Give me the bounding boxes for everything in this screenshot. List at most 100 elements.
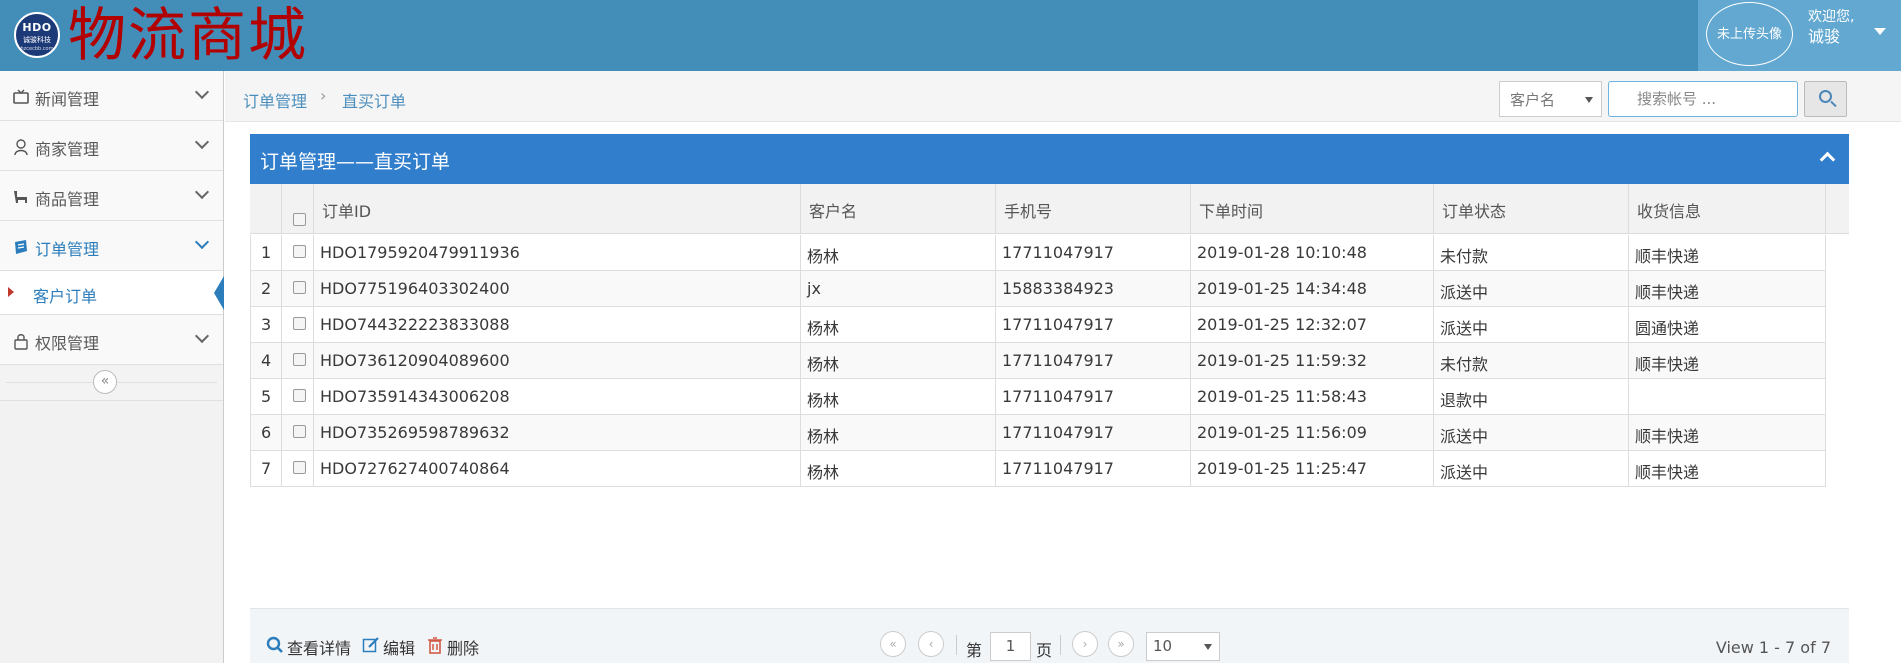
column-header[interactable]: 订单状态 xyxy=(1434,184,1629,234)
row-number: 4 xyxy=(250,343,282,379)
column-header[interactable]: 下单时间 xyxy=(1191,184,1434,234)
order-id-cell: HDO744322223833088 xyxy=(314,307,801,343)
caret-down-icon[interactable] xyxy=(1874,28,1886,35)
row-checkbox[interactable] xyxy=(293,353,306,366)
last-page-button[interactable]: » xyxy=(1108,631,1134,657)
search-field-select[interactable]: 客户名 xyxy=(1499,81,1602,117)
page-size-value: 10 xyxy=(1153,637,1173,655)
caret-down-icon xyxy=(1204,644,1212,650)
table-row[interactable]: 2 HDO775196403302400 jx 15883384923 2019-01-… xyxy=(250,271,1826,307)
order-time-cell: 2019-01-25 11:56:09 xyxy=(1191,415,1434,451)
chevron-down-icon xyxy=(194,328,210,344)
table-row[interactable]: 4 HDO736120904089600 杨林 17711047917 2019-01-… xyxy=(250,343,1826,379)
phone-cell: 17711047917 xyxy=(996,415,1191,451)
page-number-input[interactable]: 1 xyxy=(990,632,1031,661)
row-checkbox-cell xyxy=(282,271,314,307)
divider xyxy=(1060,635,1061,655)
logo-text: HDO xyxy=(22,21,52,34)
sidebar-item-permissions[interactable]: 权限管理 xyxy=(0,315,223,365)
row-checkbox[interactable] xyxy=(293,425,306,438)
shipping-cell xyxy=(1629,379,1826,415)
sidebar-subitem-label: 客户订单 xyxy=(33,287,98,306)
view-detail-button[interactable]: 查看详情 xyxy=(266,635,351,659)
row-number: 6 xyxy=(250,415,282,451)
table-row[interactable]: 3 HDO744322223833088 杨林 17711047917 2019-01-… xyxy=(250,307,1826,343)
column-header[interactable]: 订单ID xyxy=(314,184,801,234)
sidebar-item-products[interactable]: 商品管理 xyxy=(0,171,223,221)
phone-cell: 17711047917 xyxy=(996,451,1191,487)
search-button[interactable] xyxy=(1804,81,1847,117)
search-icon xyxy=(266,636,284,658)
sidebar-item-label: 商家管理 xyxy=(35,140,100,159)
table-row[interactable]: 7 HDO727627400740864 杨林 17711047917 2019-01-… xyxy=(250,451,1826,487)
breadcrumb-separator: › xyxy=(320,86,327,105)
edit-button[interactable]: 编辑 xyxy=(362,635,415,659)
row-checkbox-cell xyxy=(282,235,314,271)
user-name[interactable]: 诚骏 xyxy=(1808,23,1840,47)
row-checkbox[interactable] xyxy=(293,461,306,474)
select-all-checkbox[interactable] xyxy=(293,213,306,226)
records-summary: View 1 - 7 of 7 xyxy=(1715,638,1831,657)
select-all-checkbox-cell xyxy=(282,184,314,234)
lock-icon xyxy=(12,332,30,350)
sidebar-subitem-customer-orders[interactable]: 客户订单 xyxy=(0,271,224,315)
tv-icon xyxy=(12,88,30,106)
page-size-select[interactable]: 10 xyxy=(1146,632,1220,661)
row-checkbox[interactable] xyxy=(293,281,306,294)
breadcrumb-root[interactable]: 订单管理 xyxy=(243,88,307,112)
chevron-up-icon[interactable] xyxy=(1819,151,1836,168)
sidebar-item-merchants[interactable]: 商家管理 xyxy=(0,121,223,171)
sidebar-item-news[interactable]: 新闻管理 xyxy=(0,71,223,121)
top-header: HDO 诚骏科技 hzcecbb.com 物流商城 未上传头像 欢迎您, 诚骏 xyxy=(0,0,1901,71)
customer-cell: 杨林 xyxy=(801,451,996,487)
column-header[interactable]: 客户名 xyxy=(801,184,996,234)
shipping-cell: 顺丰快递 xyxy=(1629,235,1826,271)
order-status-cell: 派送中 xyxy=(1434,307,1629,343)
row-checkbox[interactable] xyxy=(293,245,306,258)
order-status-cell: 未付款 xyxy=(1434,235,1629,271)
page-suffix: 页 xyxy=(1036,641,1053,660)
breadcrumb: 订单管理 › 直买订单 客户名 xyxy=(225,71,1901,122)
order-id-cell: HDO1795920479911936 xyxy=(314,235,801,271)
sidebar-collapse-button[interactable]: « xyxy=(93,370,117,394)
order-status-cell: 派送中 xyxy=(1434,415,1629,451)
sidebar-item-orders[interactable]: 订单管理 xyxy=(0,221,223,271)
order-status-cell: 派送中 xyxy=(1434,271,1629,307)
panel-title: 订单管理——直买订单 xyxy=(260,151,451,173)
order-time-cell: 2019-01-25 11:58:43 xyxy=(1191,379,1434,415)
phone-cell: 15883384923 xyxy=(996,271,1191,307)
customer-cell: 杨林 xyxy=(801,343,996,379)
order-status-cell: 派送中 xyxy=(1434,451,1629,487)
sidebar-item-label: 权限管理 xyxy=(35,334,100,353)
row-number: 2 xyxy=(250,271,282,307)
caret-right-icon xyxy=(8,287,14,297)
order-id-cell: HDO775196403302400 xyxy=(314,271,801,307)
customer-cell: 杨林 xyxy=(801,307,996,343)
chevron-down-icon xyxy=(194,234,210,250)
table-row[interactable]: 5 HDO735914343006208 杨林 17711047917 2019-01-… xyxy=(250,379,1826,415)
table-row[interactable]: 1 HDO1795920479911936 杨林 17711047917 2019-01… xyxy=(250,235,1826,271)
delete-button[interactable]: 删除 xyxy=(426,635,479,659)
first-page-button[interactable]: « xyxy=(880,631,906,657)
row-checkbox[interactable] xyxy=(293,389,306,402)
caret-down-icon xyxy=(1585,97,1593,103)
next-page-button[interactable]: › xyxy=(1072,631,1098,657)
column-header[interactable]: 手机号 xyxy=(996,184,1191,234)
order-id-cell: HDO736120904089600 xyxy=(314,343,801,379)
sidebar-item-label: 商品管理 xyxy=(35,190,100,209)
company-logo: HDO 诚骏科技 hzcecbb.com xyxy=(14,12,60,58)
active-marker xyxy=(214,276,224,310)
order-time-cell: 2019-01-25 14:34:48 xyxy=(1191,271,1434,307)
column-header[interactable]: 收货信息 xyxy=(1629,184,1826,234)
row-checkbox-cell xyxy=(282,415,314,451)
prev-page-button[interactable]: ‹ xyxy=(918,631,944,657)
chevron-down-icon xyxy=(194,184,210,200)
row-checkbox[interactable] xyxy=(293,317,306,330)
search-input[interactable] xyxy=(1608,81,1798,117)
pager: 查看详情 编辑 删除 « ‹ 第 1 页 › » 10 View 1 - 7 o… xyxy=(250,608,1849,663)
avatar[interactable]: 未上传头像 xyxy=(1706,2,1793,66)
app-title: 物流商城 xyxy=(68,1,309,69)
table-row[interactable]: 6 HDO735269598789632 杨林 17711047917 2019-01-… xyxy=(250,415,1826,451)
user-menu[interactable]: 未上传头像 欢迎您, 诚骏 xyxy=(1698,0,1901,71)
customer-cell: 杨林 xyxy=(801,415,996,451)
